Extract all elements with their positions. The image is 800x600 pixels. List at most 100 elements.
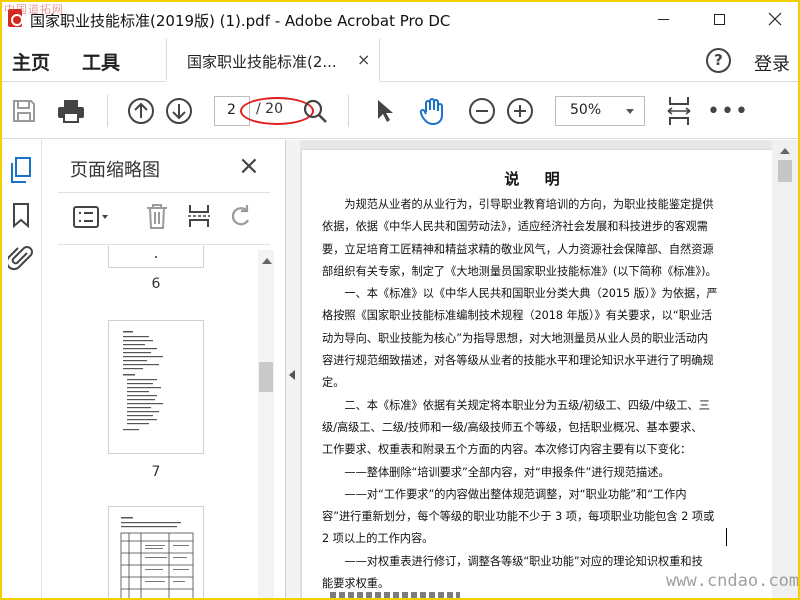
document-text-line: 一、本《标准》以《中华人民共和国职业分类大典（2015 版）》为依据，严 — [322, 287, 718, 301]
document-text-line: 要，立足培育工匠精神和精益求精的敬业风气，人力资源社会保障部、自然资源 — [322, 242, 714, 256]
document-text-line: 级/高级工、二级/技师和一级/高级技师五个等级，包括职业概况、基本要求、 — [322, 420, 703, 434]
document-text-line: 容”进行重新划分，每个等级的职业功能不少于 3 项，每项职业功能包含 2 项或 — [322, 510, 715, 524]
panel-scrollbar-thumb[interactable] — [259, 362, 273, 392]
panel-close-button[interactable]: × — [238, 151, 260, 181]
page-layout-icon — [188, 205, 210, 227]
minimize-icon — [657, 18, 669, 20]
thumbnail-page-8[interactable] — [108, 506, 204, 600]
attachments-tab[interactable] — [5, 244, 34, 276]
printer-icon — [58, 100, 84, 123]
close-window-button[interactable] — [752, 6, 798, 32]
bookmark-icon — [13, 203, 29, 229]
save-icon — [13, 100, 35, 122]
print-button[interactable] — [52, 83, 90, 139]
minimize-button[interactable] — [640, 6, 686, 32]
window-title: 国家职业技能标准(2019版) (1).pdf - Adobe Acrobat … — [30, 12, 451, 30]
nav-tools[interactable]: 工具 — [82, 48, 120, 75]
page-layout-button[interactable] — [186, 202, 212, 234]
document-text-line: 为规范从业者的从业行为，引导职业教育培训的方向，为职业技能鉴定提供 — [322, 198, 714, 211]
thumbnails-panel: 页面缩略图 × 6 7 — [42, 140, 286, 600]
close-icon — [768, 12, 782, 26]
previous-page-button[interactable] — [124, 83, 158, 139]
fit-page-icon — [667, 97, 691, 125]
document-text-line: 定。 — [322, 376, 345, 390]
document-text-line: 格按照《国家职业技能标准编制技术规程（2018 年版）》有关要求，以“职业活 — [322, 309, 713, 323]
thumbnail-options-button[interactable] — [72, 204, 112, 234]
maximize-icon — [713, 13, 725, 25]
document-heading: 说 明 — [504, 170, 570, 188]
delete-page-button[interactable] — [144, 202, 170, 234]
document-scrollbar[interactable] — [772, 140, 800, 600]
document-text-line: ——对权重表进行修订，调整各等级“职业功能”对应的理论知识权重和技 — [322, 554, 703, 568]
thumbnail-number: 7 — [151, 464, 161, 480]
fit-page-button[interactable] — [662, 83, 696, 139]
scroll-up-icon[interactable] — [780, 148, 790, 154]
document-text-line: 动为导向、职业技能为核心”为指导思想，对大地测量员从业人员的职业活动内 — [322, 331, 709, 345]
panel-divider — [58, 244, 270, 245]
thumbnail-image — [155, 256, 157, 258]
tab-document[interactable]: 国家职业技能标准(2... × — [166, 38, 380, 82]
arrow-down-circle-icon — [166, 98, 192, 124]
thumbnail-page-7[interactable] — [108, 320, 204, 454]
document-scrollbar-thumb[interactable] — [778, 160, 792, 182]
collapse-left-icon[interactable] — [289, 370, 295, 380]
thumbnail-list: 6 7 — [42, 246, 270, 600]
login-link[interactable]: 登录 — [754, 50, 790, 76]
zoom-out-icon — [469, 98, 495, 124]
rotate-icon — [231, 205, 249, 226]
save-button[interactable] — [6, 83, 42, 139]
next-page-button[interactable] — [162, 83, 196, 139]
cursor-arrow-icon — [378, 100, 393, 122]
document-body: 为规范从业者的从业行为，引导职业教育培训的方向，为职业技能鉴定提供 依据，依据《中… — [322, 194, 722, 595]
tab-row: 主页 工具 国家职业技能标准(2... × ? 登录 — [0, 38, 800, 82]
watermark-bottom: www.cndao.com — [666, 571, 800, 591]
help-icon[interactable]: ? — [706, 48, 731, 73]
panel-divider — [58, 192, 270, 193]
tab-document-label: 国家职业技能标准(2... — [187, 53, 337, 71]
zoom-in-icon — [507, 98, 533, 124]
panel-scrollbar[interactable] — [258, 250, 274, 600]
zoom-in-button[interactable] — [504, 83, 536, 139]
document-text-line: ——对“工作要求”的内容做出整体规范调整，对“职业功能”和“工作内 — [322, 487, 687, 501]
document-text-line: 容进行规范细致描述，对各等级从业者的技能水平和理论知识水平进行了明确规 — [322, 354, 714, 368]
more-tools-button[interactable]: ••• — [707, 83, 748, 139]
text-cursor — [726, 528, 727, 546]
thumbnail-page-6[interactable] — [108, 246, 204, 268]
scroll-up-icon[interactable] — [262, 258, 272, 264]
document-text-line: 部组织有关专家，制定了《大地测量员国家职业技能标准》(以下简称《标准》)。 — [322, 264, 717, 278]
page-thumbnails-icon — [11, 157, 31, 183]
select-tool-button[interactable] — [370, 83, 400, 139]
rotate-page-button[interactable] — [228, 202, 254, 234]
arrow-up-circle-icon — [128, 98, 154, 124]
thumbnail-image — [123, 331, 163, 431]
left-icon-rail — [0, 140, 42, 600]
search-icon — [303, 99, 327, 123]
toolbar-separator — [348, 95, 349, 127]
toolbar-separator — [107, 95, 108, 127]
nav-home[interactable]: 主页 — [12, 48, 50, 75]
hand-tool-button[interactable] — [414, 83, 452, 139]
search-button[interactable] — [298, 83, 332, 139]
title-bar: 中国道拓网 国家职业技能标准(2019版) (1).pdf - Adobe Ac… — [0, 0, 800, 38]
document-text-line: 二、本《标准》依据有关规定将本职业分为五级/初级工、四级/中级工、三 — [322, 398, 710, 412]
thumbnail-image — [120, 517, 194, 600]
options-menu-icon — [73, 206, 108, 228]
paperclip-icon — [5, 246, 33, 271]
document-page: 说 明 为规范从业者的从业行为，引导职业教育培训的方向，为职业技能鉴定提供 依据，… — [302, 150, 772, 600]
tab-close-button[interactable]: × — [357, 50, 370, 69]
document-text-line: 工作要求、权重表和附录五个方面的内容。本次修订内容主要有以下变化： — [322, 443, 692, 457]
document-text-line: ——整体删除“培训要求”全部内容，对“申报条件”进行规范描述。 — [322, 465, 670, 479]
maximize-button[interactable] — [696, 6, 742, 32]
zoom-out-button[interactable] — [466, 83, 498, 139]
toolbar: 2 / 20 50% ••• — [0, 83, 800, 139]
document-text-line: 2 项以上的工作内容。 — [322, 532, 434, 546]
panel-title: 页面缩略图 — [70, 160, 160, 181]
document-text-line: 依据，依据《中华人民共和国劳动法》，适应经济社会发展和科技进步的客观需 — [322, 220, 708, 234]
chevron-down-icon — [626, 109, 634, 114]
next-page-text-fragment — [330, 592, 460, 600]
thumbnail-number: 6 — [151, 276, 161, 292]
bookmarks-tab[interactable] — [11, 202, 31, 232]
hand-icon — [419, 98, 443, 126]
trash-icon — [147, 204, 167, 229]
page-thumbnails-tab[interactable] — [9, 156, 33, 188]
